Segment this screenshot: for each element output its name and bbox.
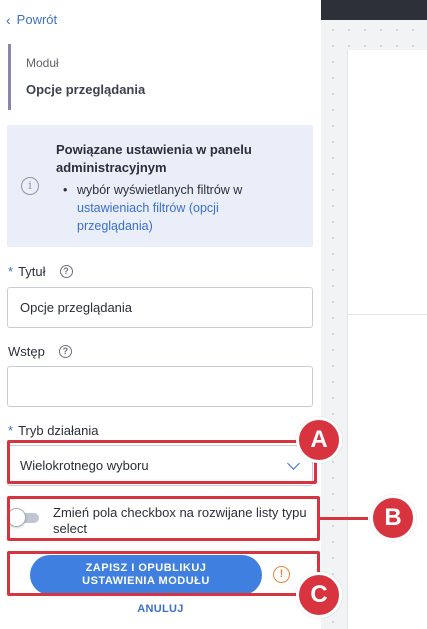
title-input[interactable] (7, 287, 313, 328)
mode-select-value: Wielokrotnego wyboru (20, 458, 149, 473)
intro-label-text: Wstęp (8, 344, 45, 359)
page-preview (321, 0, 427, 629)
callout-a-marker: A (296, 417, 342, 463)
required-marker: * (8, 423, 14, 438)
title-label-text: Tytuł (18, 264, 46, 279)
warning-icon: ! (273, 566, 290, 583)
callout-c-marker: C (296, 572, 342, 618)
help-icon[interactable]: ? (58, 345, 72, 358)
intro-field-label: Wstęp ? (8, 344, 72, 359)
filter-settings-link[interactable]: ustawieniach filtrów (opcji przeglądania… (77, 201, 219, 233)
toggle-knob[interactable] (7, 508, 26, 527)
back-link-label: Powrót (16, 12, 58, 27)
help-icon[interactable]: ? (59, 265, 73, 278)
cancel-link[interactable]: ANULUJ (0, 603, 321, 615)
module-name: Opcje przeglądania (26, 82, 146, 97)
title-field-label: * Tytuł ? (8, 264, 73, 279)
preview-frame (347, 50, 427, 629)
callout-b-connector (318, 517, 368, 520)
checkbox-to-select-toggle-row: Zmień pola checkbox na rozwijane listy t… (7, 502, 313, 538)
preview-topbar (321, 0, 427, 20)
callout-b-marker: B (370, 495, 416, 541)
mode-select[interactable]: Wielokrotnego wyboru (7, 445, 313, 486)
related-settings-info: i Powiązane ustawienia w panelu administ… (7, 125, 313, 247)
save-button-line1: ZAPISZ I OPUBLIKUJ (85, 562, 207, 574)
info-title: Powiązane ustawienia w panelu administra… (56, 142, 252, 175)
back-link[interactable]: ‹ Powrót (6, 12, 57, 27)
mode-field-label: * Tryb działania (8, 423, 99, 438)
module-settings-panel: ‹ Powrót Moduł Opcje przeglądania i Powi… (0, 0, 321, 629)
save-publish-button[interactable]: ZAPISZ I OPUBLIKUJ USTAWIENIA MODUŁU (30, 555, 262, 595)
chevron-left-icon: ‹ (6, 11, 11, 28)
save-button-line2: USTAWIENIA MODUŁU (82, 575, 210, 587)
info-list-item: • wybór wyświetlanych filtrów w ustawien… (63, 181, 293, 235)
mode-label-text: Tryb działania (18, 423, 99, 438)
module-header: Moduł Opcje przeglądania (8, 44, 308, 110)
info-item-text: wybór wyświetlanych filtrów w (77, 183, 243, 197)
bullet-icon: • (63, 183, 68, 197)
module-kicker: Moduł (26, 56, 59, 70)
preview-divider (348, 314, 427, 315)
chevron-down-icon (287, 457, 300, 470)
intro-input[interactable] (7, 366, 313, 407)
toggle-label: Zmień pola checkbox na rozwijane listy t… (53, 505, 307, 536)
info-icon: i (21, 177, 39, 195)
required-marker: * (8, 264, 14, 279)
